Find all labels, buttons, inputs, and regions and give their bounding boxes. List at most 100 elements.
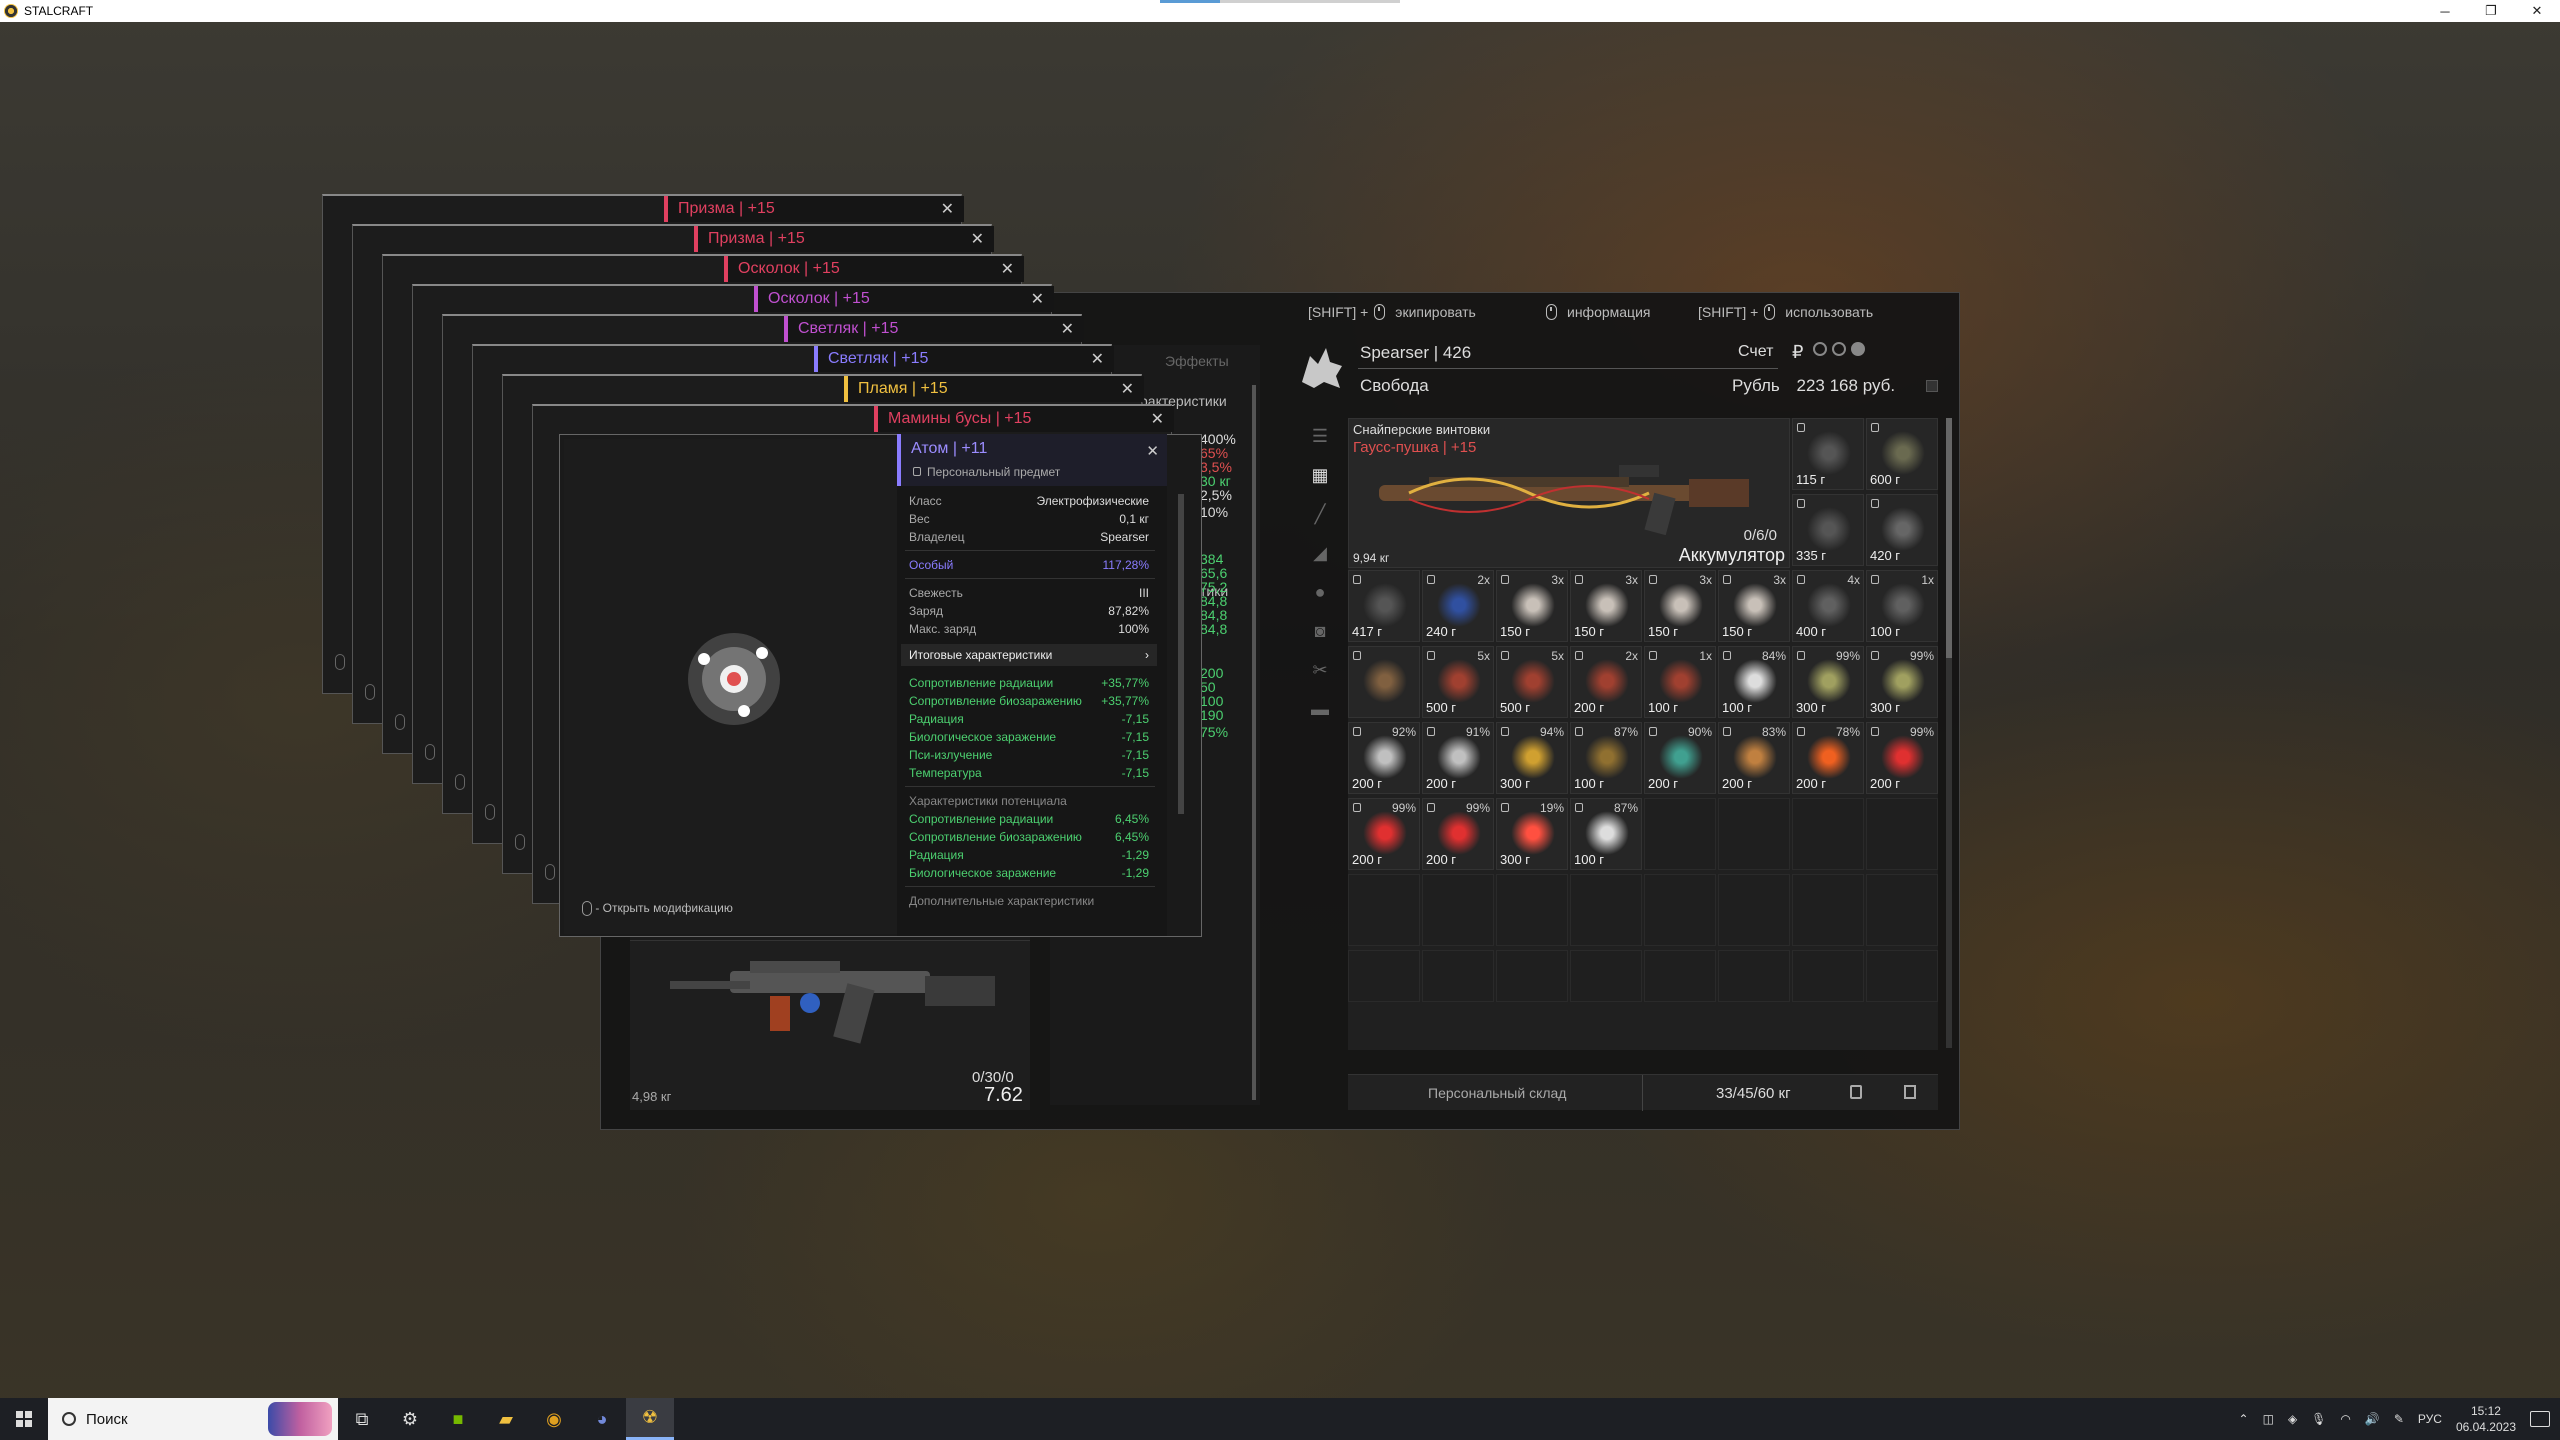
chrome-icon[interactable]: ◉ [530, 1398, 578, 1440]
inventory-item[interactable]: 420 г [1866, 494, 1938, 566]
inventory-item[interactable]: 87% 100 г [1570, 798, 1642, 870]
inventory-item[interactable]: 83% 200 г [1718, 722, 1790, 794]
close-icon[interactable]: ✕ [941, 199, 954, 219]
file-explorer-icon[interactable]: ▰ [482, 1398, 530, 1440]
taskbar-clock[interactable]: 15:12 06.04.2023 [2456, 1403, 2516, 1435]
minimize-button[interactable]: ─ [2422, 0, 2468, 22]
armor-filter-icon[interactable]: ● [1306, 578, 1334, 606]
empty-slot[interactable] [1792, 798, 1864, 870]
trash-icon[interactable] [1904, 1085, 1916, 1099]
gear-coin-icon[interactable] [1813, 342, 1827, 356]
inventory-scrollbar[interactable] [1946, 418, 1952, 1048]
close-icon[interactable]: ✕ [971, 229, 984, 249]
close-icon[interactable]: ✕ [1151, 409, 1164, 429]
item-window-tab[interactable]: Пламя | +15 ✕ [844, 376, 1144, 402]
item-window-tab[interactable]: Мамины бусы | +15 ✕ [874, 406, 1174, 432]
grid-view-icon[interactable]: ▦ [1306, 461, 1334, 489]
inventory-item[interactable]: 99% 200 г [1422, 798, 1494, 870]
inventory-item[interactable]: 78% 200 г [1792, 722, 1864, 794]
empty-slot[interactable] [1718, 798, 1790, 870]
inventory-item[interactable]: 3x 150 г [1570, 570, 1642, 642]
inventory-item[interactable]: 1x 100 г [1866, 570, 1938, 642]
empty-slot[interactable] [1422, 874, 1494, 946]
security-icon[interactable]: ◈ [2288, 1412, 2297, 1426]
empty-slot[interactable] [1718, 950, 1790, 1002]
inventory-item[interactable]: 99% 300 г [1866, 646, 1938, 718]
close-icon[interactable]: ✕ [1146, 442, 1159, 460]
equipped-weapon-slot[interactable]: 4,98 кг 0/30/0 7.62 [630, 940, 1030, 1110]
empty-slot[interactable] [1866, 798, 1938, 870]
inventory-item[interactable]: 84% 100 г [1718, 646, 1790, 718]
inventory-weapon-gauss[interactable]: Снайперские винтовки Гаусс-пушка | +15 0… [1348, 418, 1790, 568]
ruble-icon[interactable]: ₽ [1792, 342, 1808, 362]
inventory-scroll-thumb[interactable] [1946, 418, 1952, 658]
task-view-icon[interactable]: ⧉ [338, 1398, 386, 1440]
inventory-item[interactable]: 92% 200 г [1348, 722, 1420, 794]
empty-slot[interactable] [1570, 874, 1642, 946]
inventory-item[interactable]: 4x 400 г [1792, 570, 1864, 642]
empty-slot[interactable] [1348, 874, 1420, 946]
lock-icon[interactable] [1850, 1085, 1862, 1099]
inventory-item[interactable]: 2x 200 г [1570, 646, 1642, 718]
empty-slot[interactable] [1718, 874, 1790, 946]
inventory-item[interactable]: 115 г [1792, 418, 1864, 490]
network-icon[interactable]: ◫ [2263, 1412, 2274, 1426]
item-window-tab[interactable]: Светляк | +15 ✕ [814, 346, 1114, 372]
list-view-icon[interactable]: ☰ [1306, 422, 1334, 450]
inventory-item[interactable]: 600 г [1866, 418, 1938, 490]
inventory-item[interactable]: 99% 200 г [1866, 722, 1938, 794]
inventory-item[interactable]: 3x 150 г [1718, 570, 1790, 642]
empty-slot[interactable] [1496, 874, 1568, 946]
inventory-item[interactable]: 87% 100 г [1570, 722, 1642, 794]
volume-icon[interactable]: 🔊 [2365, 1412, 2380, 1426]
empty-slot[interactable] [1644, 798, 1716, 870]
inventory-item[interactable]: 3x 150 г [1496, 570, 1568, 642]
inventory-item[interactable]: 2x 240 г [1422, 570, 1494, 642]
item-window-tab[interactable]: Осколок | +15 ✕ [724, 256, 1024, 282]
inventory-item[interactable] [1348, 646, 1420, 718]
knife-filter-icon[interactable]: ◢ [1306, 539, 1334, 567]
microphone-icon[interactable]: 🎙 [2311, 1412, 2326, 1426]
artifact-filter-icon[interactable]: ◙ [1306, 617, 1334, 645]
inventory-item[interactable]: 99% 200 г [1348, 798, 1420, 870]
coin-icon[interactable] [1851, 342, 1865, 356]
close-icon[interactable]: ✕ [1091, 349, 1104, 369]
stats-scrollbar[interactable] [1252, 385, 1256, 1100]
inventory-item[interactable]: 19% 300 г [1496, 798, 1568, 870]
inventory-item[interactable]: 5x 500 г [1422, 646, 1494, 718]
open-modification-hint[interactable]: - Открыть модификацию [582, 901, 733, 917]
inventory-item[interactable]: 5x 500 г [1496, 646, 1568, 718]
inventory-item[interactable]: 94% 300 г [1496, 722, 1568, 794]
inventory-item[interactable]: 417 г [1348, 570, 1420, 642]
empty-slot[interactable] [1866, 874, 1938, 946]
inventory-item[interactable]: 91% 200 г [1422, 722, 1494, 794]
inventory-item[interactable]: 3x 150 г [1644, 570, 1716, 642]
close-icon[interactable]: ✕ [1001, 259, 1014, 279]
pen-icon[interactable]: ✎ [2394, 1412, 2404, 1426]
inventory-item[interactable]: 99% 300 г [1792, 646, 1864, 718]
item-window-tab[interactable]: Призма | +15 ✕ [694, 226, 994, 252]
close-icon[interactable]: ✕ [1061, 319, 1074, 339]
misc-filter-icon[interactable]: ▬ [1306, 695, 1334, 723]
weapon-filter-icon[interactable]: ╱ [1306, 500, 1334, 528]
final-stats-header[interactable]: Итоговые характеристики › [901, 644, 1157, 666]
empty-slot[interactable] [1422, 950, 1494, 1002]
item-window-tab[interactable]: Светляк | +15 ✕ [784, 316, 1084, 342]
taskbar-search[interactable]: Поиск [48, 1398, 338, 1440]
close-button[interactable]: ✕ [2514, 0, 2560, 22]
settings-gear-icon[interactable]: ⚙ [386, 1398, 434, 1440]
empty-slot[interactable] [1644, 950, 1716, 1002]
empty-slot[interactable] [1792, 950, 1864, 1002]
detail-scrollbar[interactable] [1178, 494, 1184, 814]
stalcraft-taskbar-icon[interactable]: ☢ [626, 1398, 674, 1440]
storage-label[interactable]: Персональный склад [1428, 1085, 1566, 1101]
inventory-item[interactable]: 1x 100 г [1644, 646, 1716, 718]
empty-slot[interactable] [1866, 950, 1938, 1002]
wifi-icon[interactable]: ◠ [2340, 1412, 2350, 1426]
close-icon[interactable]: ✕ [1031, 289, 1044, 309]
empty-slot[interactable] [1644, 874, 1716, 946]
close-icon[interactable]: ✕ [1121, 379, 1134, 399]
empty-slot[interactable] [1348, 950, 1420, 1002]
currency-selector[interactable]: ₽ [1792, 342, 1865, 362]
notifications-icon[interactable] [2530, 1411, 2550, 1427]
